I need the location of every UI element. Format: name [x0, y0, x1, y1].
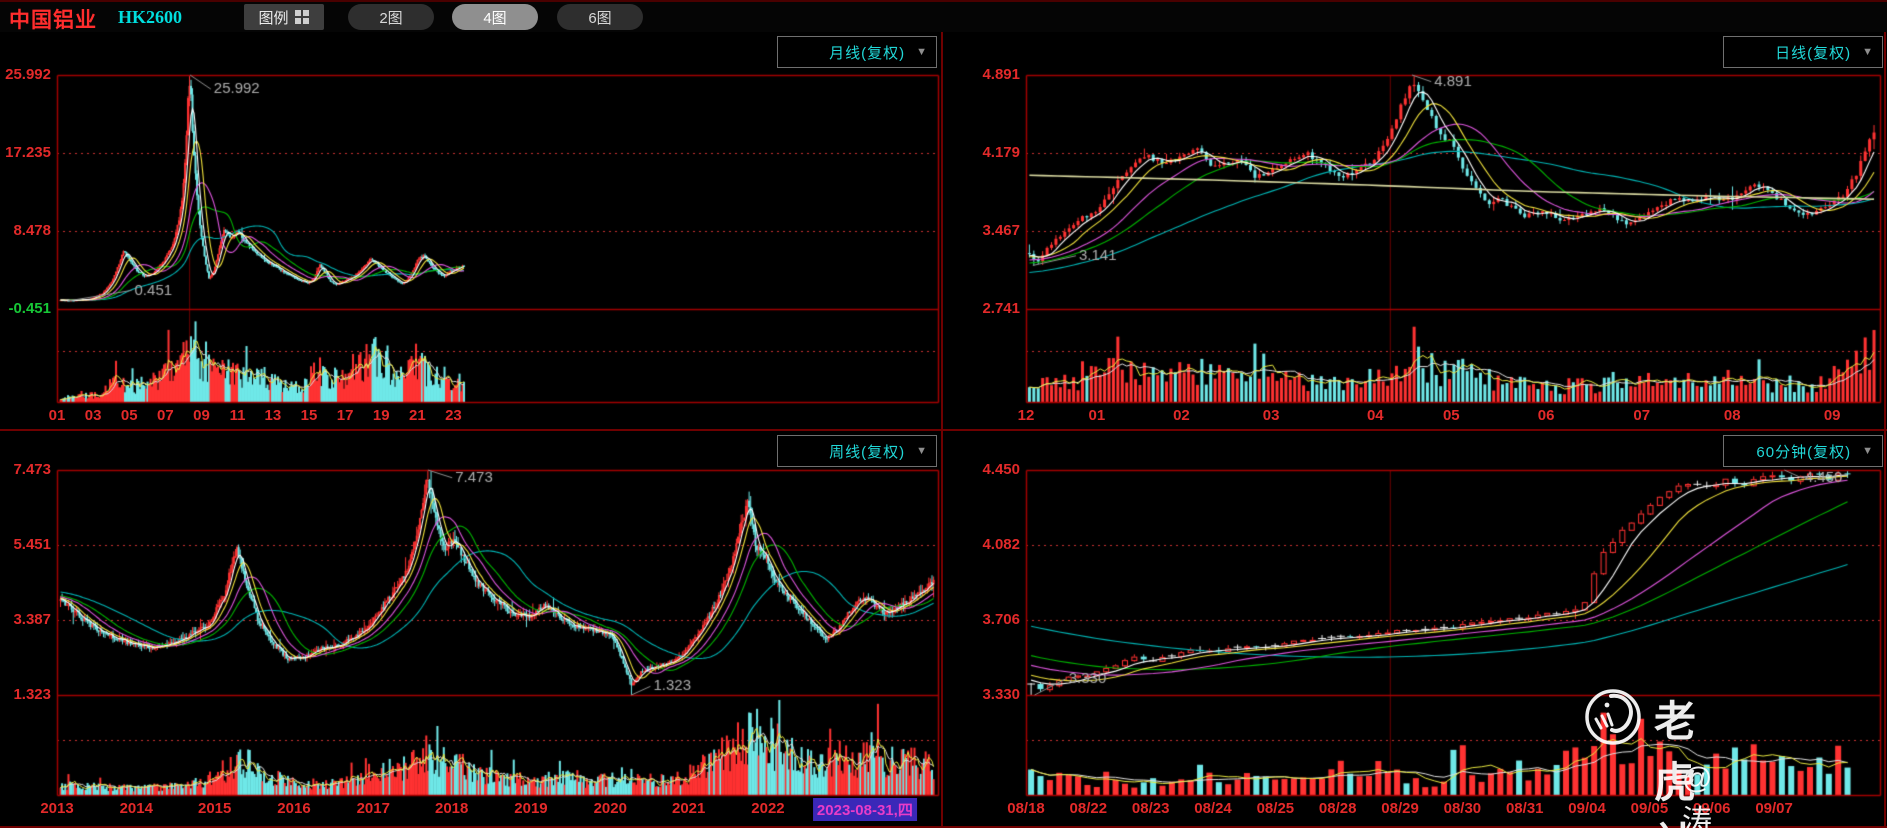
- x-axis-label: 01: [1088, 407, 1106, 424]
- x-axis-label: 08/23: [1131, 800, 1170, 817]
- legend-button-label: 图例: [258, 9, 289, 27]
- period-dropdown-monthly-label: 月线(复权): [829, 44, 906, 62]
- x-axis-label: 2015: [198, 800, 232, 817]
- period-dropdown-daily[interactable]: 日线(复权) ▼: [1723, 36, 1883, 68]
- x-axis-label: 17: [336, 407, 354, 424]
- x-axis-label: 21: [408, 407, 426, 424]
- x-axis-label: 09/04: [1568, 800, 1606, 817]
- x-axis-label: 2018: [435, 800, 469, 817]
- x-axis-label: 2022: [751, 800, 785, 817]
- chevron-down-icon: ▼: [1862, 445, 1873, 457]
- y-axis-label: 3.387: [13, 611, 51, 628]
- period-dropdown-weekly-label: 周线(复权): [829, 443, 906, 461]
- x-axis-label: 08/28: [1318, 800, 1357, 817]
- chevron-down-icon: ▼: [1862, 46, 1873, 58]
- chart-panel-60min: 60分钟(复权) ▼ 4.450 4.082 3.706 3.330 08/18 08/2…: [943, 431, 1887, 828]
- y-axis-label: 5.451: [13, 536, 51, 553]
- period-dropdown-weekly[interactable]: 周线(复权) ▼: [777, 435, 937, 467]
- chevron-down-icon: ▼: [916, 445, 927, 457]
- y-axis-label: 25.992: [5, 66, 51, 83]
- x-axis-label: 2020: [593, 800, 627, 817]
- x-axis-label: 2019: [514, 800, 548, 817]
- x-axis-label: 08/22: [1069, 800, 1108, 817]
- x-axis-label: 2013: [40, 800, 74, 817]
- x-axis-label: 08/24: [1194, 800, 1232, 817]
- x-axis-label: 09: [1823, 407, 1841, 424]
- x-axis-label: 09/06: [1692, 800, 1731, 817]
- x-axis-label: 08/30: [1443, 800, 1482, 817]
- x-axis-label: 08/18: [1007, 800, 1045, 817]
- period-dropdown-monthly[interactable]: 月线(复权) ▼: [777, 36, 937, 68]
- period-dropdown-daily-label: 日线(复权): [1775, 44, 1852, 62]
- x-axis-label: 03: [1262, 407, 1280, 424]
- monthly-chart-canvas[interactable]: [0, 32, 941, 429]
- y-axis-label: 4.179: [982, 144, 1020, 161]
- top-bar: 中国铝业 HK2600 图例 2图 4图 6图: [0, 0, 1887, 34]
- layout-2-button[interactable]: 2图: [348, 4, 434, 30]
- y-axis-label: 17.235: [5, 144, 51, 161]
- x-axis-label: 23: [445, 407, 462, 424]
- x-axis-label: 03: [84, 407, 102, 424]
- y-axis-label: 3.330: [982, 686, 1020, 703]
- x-axis-label: 08/25: [1256, 800, 1295, 817]
- weekly-chart-canvas[interactable]: [0, 431, 941, 828]
- x-axis-label: 04: [1366, 407, 1384, 424]
- x-axis-label: 11: [229, 407, 246, 424]
- x-axis-label: 07: [1633, 407, 1651, 424]
- vertical-divider: [941, 32, 943, 828]
- app-window: 中国铝业 HK2600 图例 2图 4图 6图 月线(复权) ▼ 25.992 1…: [0, 0, 1887, 828]
- x-axis-label: 08/29: [1381, 800, 1419, 817]
- legend-button[interactable]: 图例: [244, 4, 324, 30]
- y-axis-label: 3.706: [982, 611, 1020, 628]
- x-axis-label: 08: [1723, 407, 1741, 424]
- y-axis-label: 8.478: [13, 222, 51, 239]
- y-axis-label: 3.467: [982, 222, 1020, 239]
- stock-code: HK2600: [118, 7, 183, 27]
- x-axis-label: 2014: [119, 800, 153, 817]
- y-axis-label: 4.450: [982, 461, 1020, 478]
- grid-icon: [294, 9, 309, 24]
- horizontal-divider: [0, 429, 1887, 431]
- y-axis-label: 4.891: [982, 66, 1020, 83]
- x-axis-label: 12: [1017, 407, 1035, 424]
- x-axis-label: 09/05: [1630, 800, 1669, 817]
- y-axis-label: 1.323: [13, 686, 51, 703]
- x-axis-label: 01: [48, 407, 66, 424]
- y-axis-label: 4.082: [982, 536, 1020, 553]
- y-axis-label: -0.451: [8, 300, 51, 317]
- stock-name: 中国铝业: [9, 9, 97, 32]
- x-axis-label: 05: [1442, 407, 1460, 424]
- x-axis-label: 02: [1173, 407, 1190, 424]
- x-axis-label: 09: [193, 407, 210, 424]
- y-axis-label: 2.741: [982, 300, 1020, 317]
- x-axis-label: 19: [372, 407, 390, 424]
- y-axis-label: 7.473: [13, 461, 51, 478]
- x-axis-label: 07: [157, 407, 174, 424]
- x-axis-label: 15: [300, 407, 318, 424]
- layout-6-button[interactable]: 6图: [557, 4, 643, 30]
- x-axis-label: 13: [264, 407, 282, 424]
- chart-panel-monthly: 月线(复权) ▼ 25.992 17.235 8.478 -0.451 01 03 05 07…: [0, 32, 941, 429]
- chart-panel-weekly: 周线(复权) ▼ 7.473 5.451 3.387 1.323 2013 2014 201…: [0, 431, 941, 828]
- x-axis-label: 06: [1537, 407, 1555, 424]
- daily-chart-canvas[interactable]: [943, 32, 1887, 429]
- x-axis-label: 2017: [356, 800, 390, 817]
- x-axis-label: 09/07: [1755, 800, 1793, 817]
- current-date-label: 2023-08-31,四: [812, 798, 917, 821]
- x-axis-label: 08/31: [1505, 800, 1544, 817]
- layout-4-button[interactable]: 4图: [452, 4, 538, 30]
- chevron-down-icon: ▼: [916, 46, 927, 58]
- period-dropdown-60min[interactable]: 60分钟(复权) ▼: [1723, 435, 1883, 467]
- right-border: [1884, 32, 1886, 828]
- x-axis-label: 2021: [671, 800, 706, 817]
- x-axis-label: 2016: [277, 800, 311, 817]
- 60min-chart-canvas[interactable]: [943, 431, 1887, 828]
- period-dropdown-60min-label: 60分钟(复权): [1756, 443, 1852, 461]
- x-axis-label: 05: [120, 407, 138, 424]
- chart-panel-daily: 日线(复权) ▼ 4.891 4.179 3.467 2.741 12 01 02 03 04 0…: [943, 32, 1887, 429]
